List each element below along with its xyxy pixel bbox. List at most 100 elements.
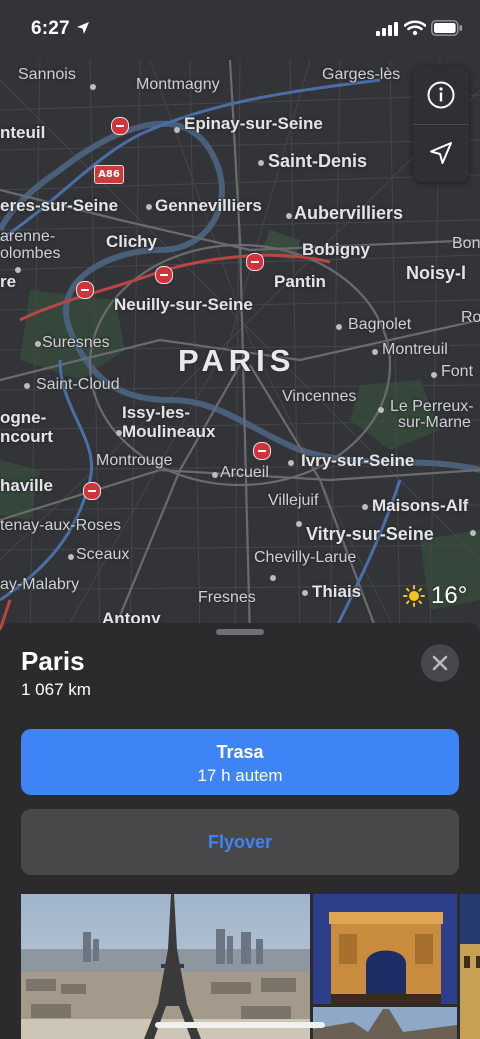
notre-dame-photo[interactable] bbox=[313, 1007, 457, 1039]
map-place-label: ncourt bbox=[0, 427, 53, 446]
map-place-label: Ro bbox=[461, 309, 480, 326]
map-dot bbox=[336, 324, 342, 330]
map-place-label: Saint-Denis bbox=[268, 151, 368, 171]
close-button[interactable] bbox=[421, 644, 459, 682]
map-place-label: haville bbox=[0, 476, 53, 495]
directions-eta: 17 h autem bbox=[197, 766, 283, 785]
map-place-label: Neuilly-sur-Seine bbox=[114, 295, 253, 314]
road-closure-icon[interactable] bbox=[246, 253, 264, 271]
highway-shield: A86 bbox=[94, 165, 124, 184]
map-place-label: ay-Malabry bbox=[0, 576, 80, 593]
map-dot bbox=[15, 267, 21, 273]
map-dot bbox=[212, 472, 218, 478]
road-closure-icon[interactable] bbox=[111, 117, 129, 135]
sun-icon bbox=[403, 585, 425, 607]
map-place-label: Garges-lès bbox=[322, 66, 401, 83]
place-title: Paris bbox=[21, 646, 85, 676]
arc-de-triomphe-image bbox=[313, 894, 457, 1004]
arc-de-triomphe-photo[interactable] bbox=[313, 894, 457, 1004]
map-place-label: Gennevilliers bbox=[155, 196, 262, 215]
eiffel-tower-image bbox=[21, 894, 310, 1039]
map-place-label: olombes bbox=[0, 245, 61, 262]
map-dot bbox=[362, 504, 368, 510]
close-icon bbox=[432, 655, 448, 671]
map-place-label: Chevilly-Larue bbox=[254, 549, 357, 566]
map-place-label: Montrouge bbox=[96, 452, 173, 469]
wifi-icon bbox=[404, 20, 426, 36]
road-closure-icon[interactable] bbox=[155, 266, 173, 284]
cellular-signal-icon bbox=[376, 22, 398, 36]
map-dot bbox=[174, 127, 180, 133]
map-place-label: Bon bbox=[452, 235, 480, 252]
map-place-label: Villejuif bbox=[268, 492, 319, 509]
map-dot bbox=[302, 590, 308, 596]
map-place-label: Issy-les- bbox=[122, 403, 191, 422]
road-closure-icon[interactable] bbox=[76, 281, 94, 299]
temperature: 16° bbox=[431, 582, 468, 609]
map-info-button[interactable] bbox=[413, 66, 469, 125]
map-dot bbox=[258, 160, 264, 166]
map-place-label: Vitry-sur-Seine bbox=[306, 524, 434, 544]
eiffel-tower-photo[interactable] bbox=[21, 894, 310, 1039]
map-place-label: Font bbox=[441, 363, 474, 380]
location-services-icon bbox=[77, 22, 89, 34]
map-place-label: Bobigny bbox=[302, 240, 370, 259]
map-place-label: Thiais bbox=[312, 582, 362, 601]
map-dot bbox=[68, 554, 74, 560]
map-dot bbox=[470, 530, 476, 536]
map-place-label: nteuil bbox=[0, 123, 46, 142]
info-icon bbox=[427, 81, 455, 109]
map-dot bbox=[24, 383, 30, 389]
map-place-label: ogne- bbox=[0, 408, 47, 427]
map-place-label: arenne- bbox=[0, 228, 56, 245]
weather-widget: 16° bbox=[403, 582, 467, 610]
map-place-label: Montmagny bbox=[136, 76, 220, 93]
map-dot bbox=[146, 204, 152, 210]
map-place-label: Noisy-l bbox=[406, 263, 467, 283]
city-label: PARIS bbox=[178, 343, 296, 378]
map-place-label: Bagnolet bbox=[348, 316, 412, 333]
photo-gallery[interactable] bbox=[21, 894, 480, 1039]
map-place-label: Aubervilliers bbox=[294, 203, 404, 223]
notre-dame-image bbox=[313, 1007, 457, 1039]
flyover-button[interactable]: Flyover bbox=[21, 809, 459, 875]
map-place-label: Moulineaux bbox=[122, 422, 216, 441]
place-distance: 1 067 km bbox=[21, 680, 91, 699]
map-place-label: Clichy bbox=[106, 232, 158, 251]
sheet-grabber[interactable] bbox=[216, 629, 264, 635]
map-dot bbox=[270, 575, 276, 581]
map-dot bbox=[286, 213, 292, 219]
home-indicator[interactable] bbox=[155, 1022, 325, 1028]
map-place-label: sur-Marne bbox=[398, 414, 471, 431]
map-dot bbox=[431, 372, 437, 378]
map-dot bbox=[372, 349, 378, 355]
map-place-label: Sceaux bbox=[76, 546, 130, 563]
status-bar: 6:27 bbox=[0, 0, 480, 56]
map-place-label: Epinay-sur-Seine bbox=[184, 114, 323, 133]
map-place-label: Montreuil bbox=[382, 341, 448, 358]
location-arrow-icon bbox=[430, 142, 452, 164]
map-place-label: Pantin bbox=[274, 272, 326, 291]
palace-image bbox=[460, 894, 480, 1039]
map-place-label: Ivry-sur-Seine bbox=[301, 451, 415, 470]
map-dot bbox=[288, 460, 294, 466]
map-place-label: re bbox=[0, 272, 17, 291]
map-dot bbox=[378, 407, 384, 413]
place-card: Paris 1 067 km Trasa 17 h autem Flyover bbox=[0, 623, 480, 1039]
road-closure-icon[interactable] bbox=[83, 482, 101, 500]
map-place-label: Vincennes bbox=[282, 388, 357, 405]
palace-photo[interactable] bbox=[460, 894, 480, 1039]
directions-button[interactable]: Trasa 17 h autem bbox=[21, 729, 459, 795]
map-place-label: Fresnes bbox=[198, 589, 256, 606]
map-place-label: tenay-aux-Roses bbox=[0, 517, 121, 534]
map-place-label: Suresnes bbox=[42, 334, 110, 351]
map-dot bbox=[35, 341, 41, 347]
map-dot bbox=[116, 430, 122, 436]
road-closure-icon[interactable] bbox=[253, 442, 271, 460]
current-location-button[interactable] bbox=[413, 124, 469, 182]
map-place-label: Maisons-Alf bbox=[372, 496, 469, 515]
map-view[interactable]: Sannois Montmagny Garges-lès nteuil Epin… bbox=[0, 0, 480, 640]
map-controls bbox=[413, 66, 469, 182]
battery-icon bbox=[431, 20, 462, 36]
map-place-label: Arcueil bbox=[220, 464, 269, 481]
